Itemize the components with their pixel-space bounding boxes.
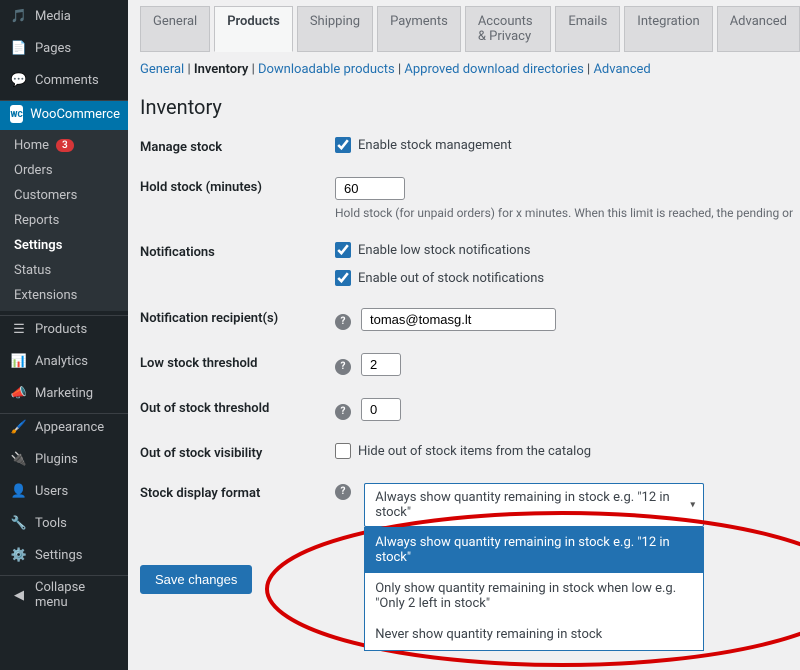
plugins-icon: 🔌 xyxy=(10,450,28,468)
sidebar-collapse[interactable]: ◀Collapse menu xyxy=(0,575,128,617)
stock-display-dropdown: Always show quantity remaining in stock … xyxy=(364,527,704,651)
tab-products[interactable]: Products xyxy=(214,6,293,52)
tab-advanced[interactable]: Advanced xyxy=(717,6,800,52)
woocommerce-submenu: Home 3 Orders Customers Reports Settings… xyxy=(0,130,128,311)
sidebar-subitem-settings[interactable]: Settings xyxy=(0,233,128,258)
sidebar-subitem-orders[interactable]: Orders xyxy=(0,158,128,183)
manage-stock-checkbox[interactable]: Enable stock management xyxy=(335,137,800,153)
sidebar-item-tools[interactable]: 🔧Tools xyxy=(0,507,128,539)
recipient-label: Notification recipient(s) xyxy=(140,308,335,326)
sidebar-item-comments[interactable]: 💬Comments xyxy=(0,64,128,96)
tab-integration[interactable]: Integration xyxy=(624,6,712,52)
analytics-icon: 📊 xyxy=(10,352,28,370)
subtab-downloadable[interactable]: Downloadable products xyxy=(258,62,395,77)
sidebar-item-analytics[interactable]: 📊Analytics xyxy=(0,345,128,377)
help-icon[interactable]: ? xyxy=(335,404,351,420)
admin-sidebar: 🎵Media 📄Pages 💬Comments WCWooCommerce Ho… xyxy=(0,0,128,670)
sidebar-item-plugins[interactable]: 🔌Plugins xyxy=(0,443,128,475)
stock-display-option-low[interactable]: Only show quantity remaining in stock wh… xyxy=(365,573,703,619)
stock-display-select[interactable]: Always show quantity remaining in stock … xyxy=(364,483,704,527)
marketing-icon: 📣 xyxy=(10,384,28,402)
sidebar-item-settings[interactable]: ⚙️Settings xyxy=(0,539,128,571)
users-icon: 👤 xyxy=(10,482,28,500)
settings-tabs: General Products Shipping Payments Accou… xyxy=(140,6,800,52)
tab-general[interactable]: General xyxy=(140,6,210,52)
help-icon[interactable]: ? xyxy=(335,314,351,330)
products-icon: ☰ xyxy=(10,320,28,338)
sidebar-subitem-customers[interactable]: Customers xyxy=(0,183,128,208)
sidebar-item-media[interactable]: 🎵Media xyxy=(0,0,128,32)
tools-icon: 🔧 xyxy=(10,514,28,532)
tab-emails[interactable]: Emails xyxy=(555,6,620,52)
oos-visibility-checkbox[interactable]: Hide out of stock items from the catalog xyxy=(335,443,800,459)
sidebar-item-woocommerce[interactable]: WCWooCommerce xyxy=(0,100,128,130)
sidebar-subitem-home[interactable]: Home 3 xyxy=(0,133,128,158)
save-changes-button[interactable]: Save changes xyxy=(140,565,252,594)
sidebar-subitem-reports[interactable]: Reports xyxy=(0,208,128,233)
subtab-approved-dirs[interactable]: Approved download directories xyxy=(404,62,583,77)
hold-stock-desc: Hold stock (for unpaid orders) for x min… xyxy=(335,206,800,220)
subtab-inventory[interactable]: Inventory xyxy=(194,62,249,77)
sidebar-subitem-extensions[interactable]: Extensions xyxy=(0,283,128,308)
subtab-general[interactable]: General xyxy=(140,62,184,77)
main-content: General Products Shipping Payments Accou… xyxy=(128,0,800,670)
subtab-advanced[interactable]: Advanced xyxy=(593,62,650,77)
oos-visibility-label: Out of stock visibility xyxy=(140,443,335,461)
tab-shipping[interactable]: Shipping xyxy=(297,6,373,52)
home-badge: 3 xyxy=(56,139,74,152)
stock-display-option-never[interactable]: Never show quantity remaining in stock xyxy=(365,619,703,650)
appearance-icon: 🖌️ xyxy=(10,418,28,436)
stock-display-label: Stock display format xyxy=(140,483,335,501)
media-icon: 🎵 xyxy=(10,7,28,25)
recipient-input[interactable] xyxy=(361,308,556,331)
oos-threshold-label: Out of stock threshold xyxy=(140,398,335,416)
oos-notif-checkbox[interactable]: Enable out of stock notifications xyxy=(335,270,800,286)
sidebar-item-marketing[interactable]: 📣Marketing xyxy=(0,377,128,409)
comment-icon: 💬 xyxy=(10,71,28,89)
low-threshold-input[interactable] xyxy=(361,353,401,376)
oos-threshold-input[interactable] xyxy=(361,398,401,421)
page-icon: 📄 xyxy=(10,39,28,57)
woocommerce-icon: WC xyxy=(10,105,23,123)
tab-payments[interactable]: Payments xyxy=(377,6,461,52)
product-subtabs: General | Inventory | Downloadable produ… xyxy=(140,58,800,87)
page-title: Inventory xyxy=(140,95,800,119)
sidebar-item-products[interactable]: ☰Products xyxy=(0,315,128,345)
hold-stock-label: Hold stock (minutes) xyxy=(140,177,335,195)
stock-display-option-always[interactable]: Always show quantity remaining in stock … xyxy=(365,527,703,573)
settings-icon: ⚙️ xyxy=(10,546,28,564)
low-stock-notif-checkbox[interactable]: Enable low stock notifications xyxy=(335,242,800,258)
hold-stock-input[interactable] xyxy=(335,177,405,200)
notifications-label: Notifications xyxy=(140,242,335,260)
sidebar-item-appearance[interactable]: 🖌️Appearance xyxy=(0,413,128,443)
tab-accounts-privacy[interactable]: Accounts & Privacy xyxy=(465,6,552,52)
low-threshold-label: Low stock threshold xyxy=(140,353,335,371)
help-icon[interactable]: ? xyxy=(335,359,351,375)
help-icon[interactable]: ? xyxy=(335,484,351,500)
collapse-icon: ◀ xyxy=(10,586,28,604)
sidebar-subitem-status[interactable]: Status xyxy=(0,258,128,283)
sidebar-item-pages[interactable]: 📄Pages xyxy=(0,32,128,64)
sidebar-item-users[interactable]: 👤Users xyxy=(0,475,128,507)
manage-stock-label: Manage stock xyxy=(140,137,335,155)
